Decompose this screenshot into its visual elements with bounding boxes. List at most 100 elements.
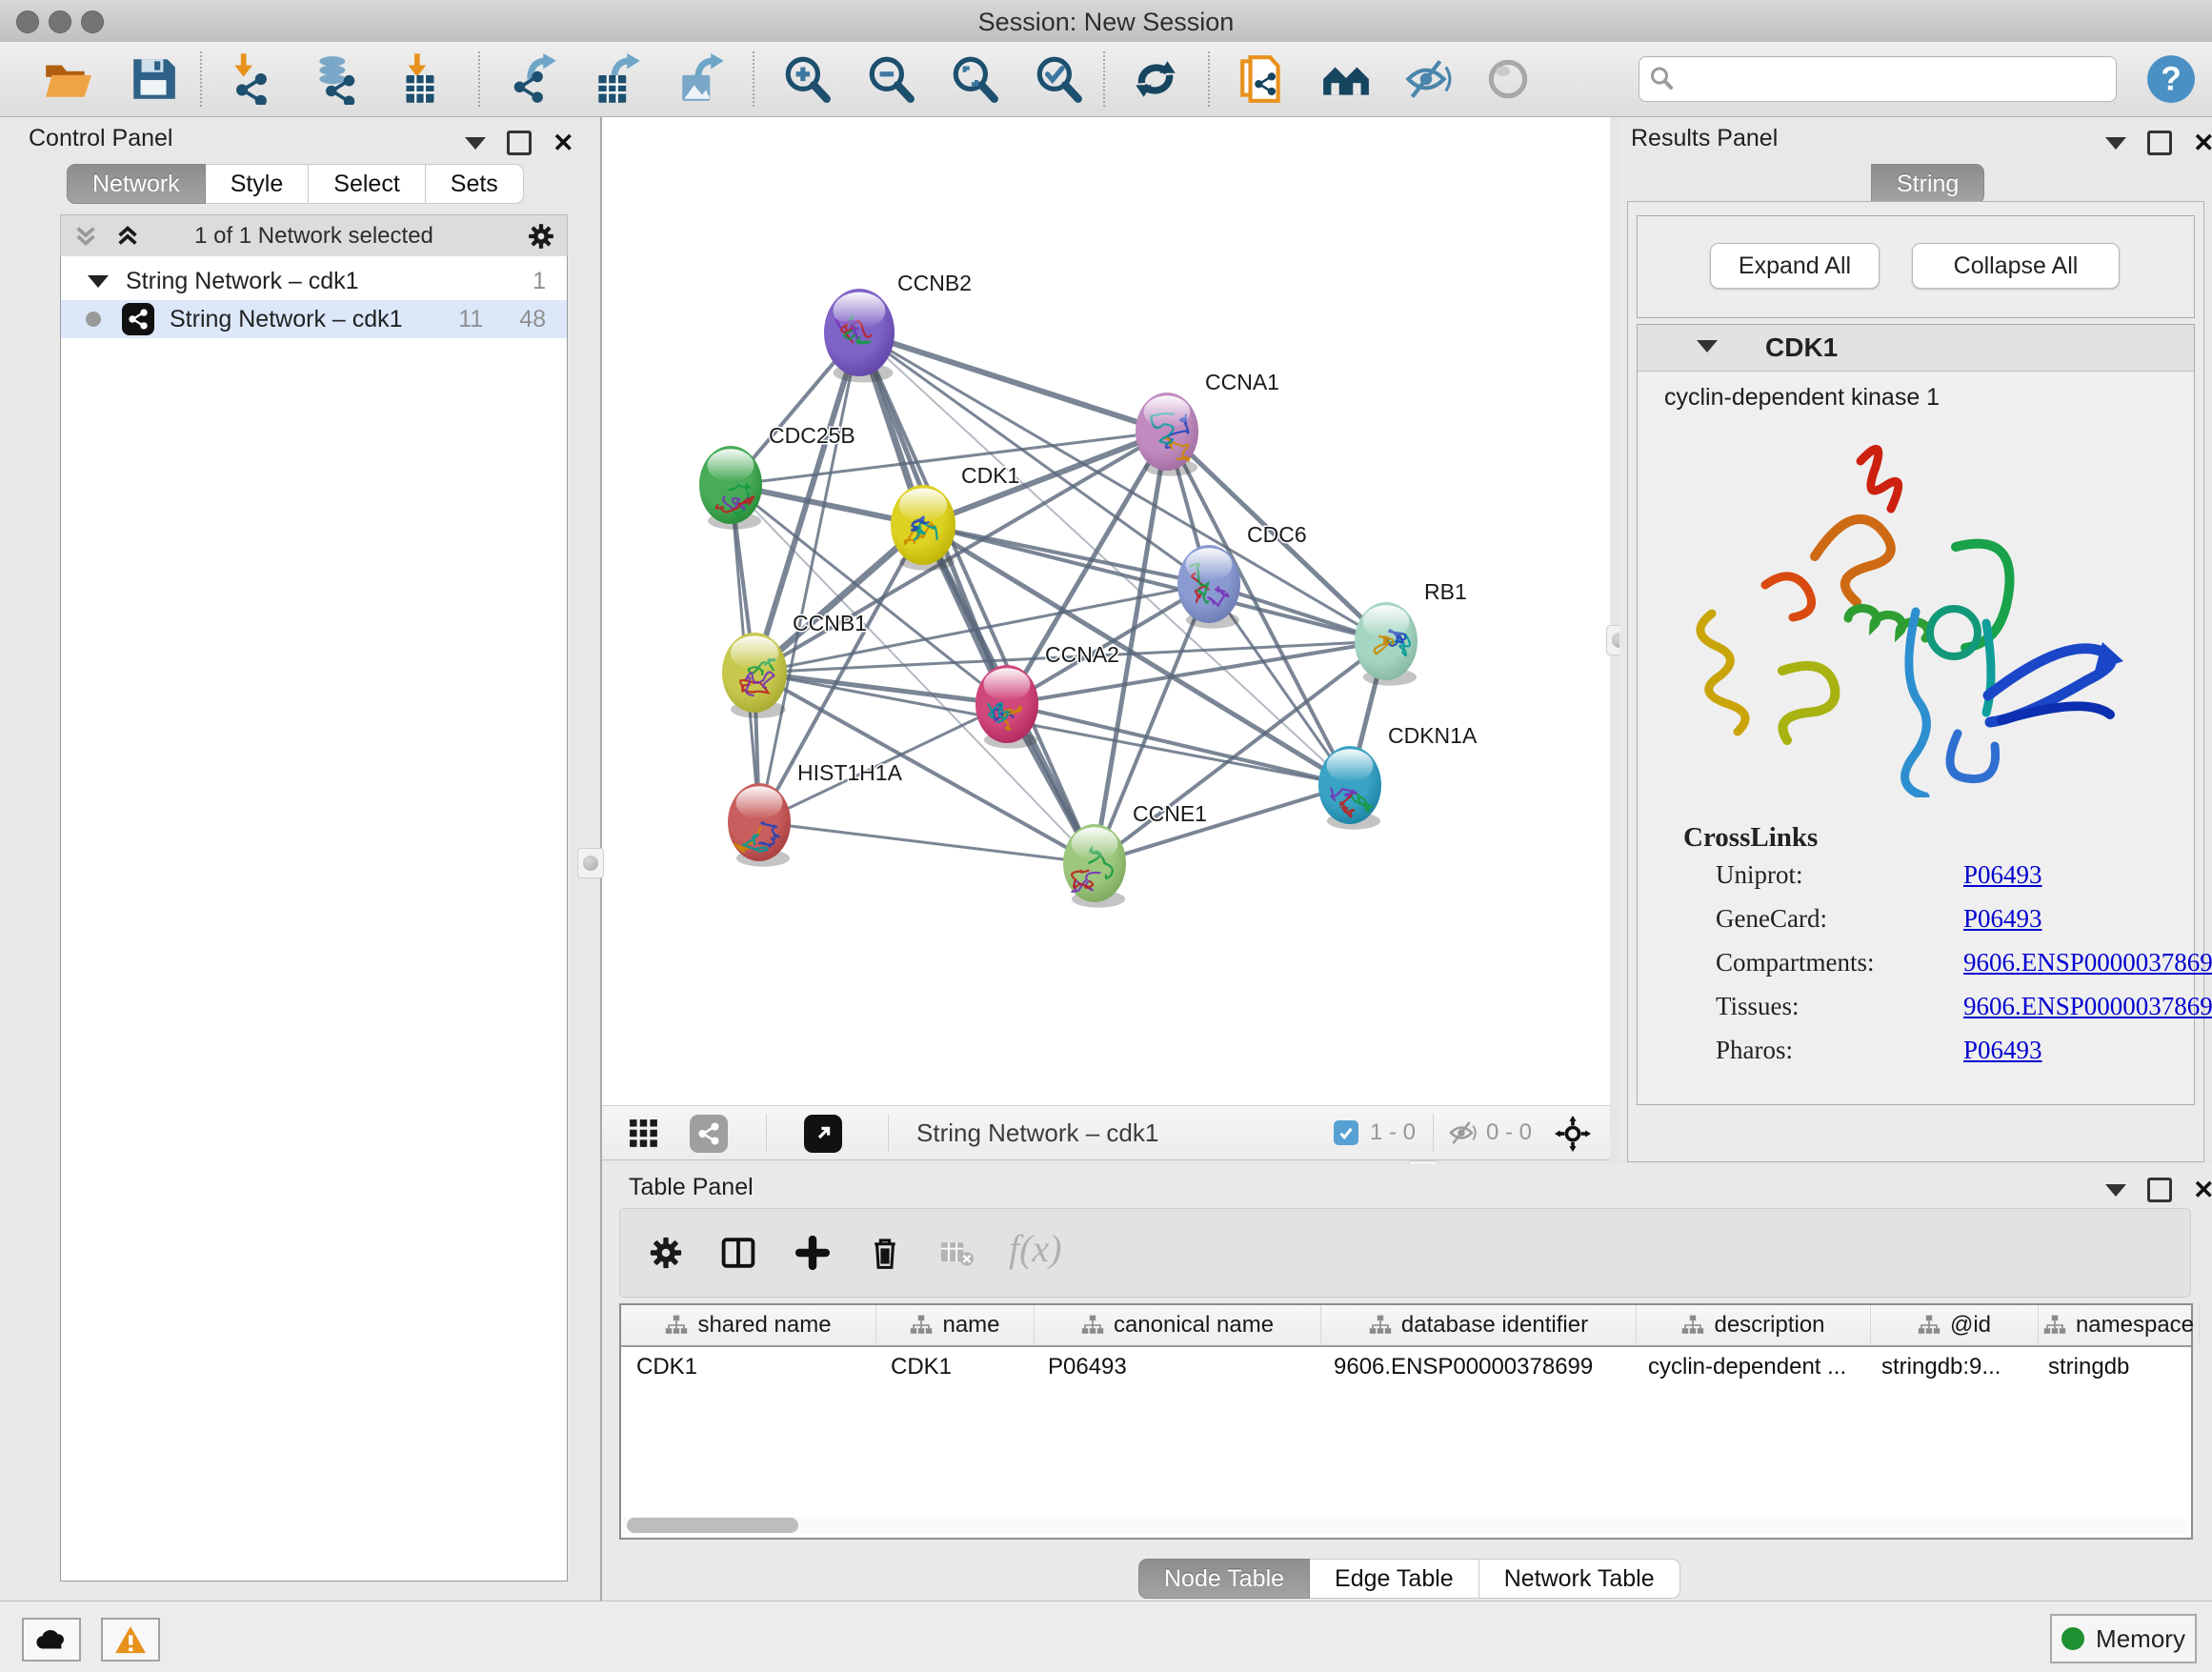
scrollbar-handle[interactable] bbox=[627, 1518, 798, 1533]
edge-HIST1H1A-CCNE1[interactable] bbox=[759, 822, 1095, 863]
tab-network-table[interactable]: Network Table bbox=[1479, 1559, 1680, 1599]
table-cell[interactable]: 9606.ENSP00000378699 bbox=[1318, 1347, 1633, 1387]
table-row[interactable]: CDK1CDK1P064939606.ENSP00000378699cyclin… bbox=[621, 1347, 2191, 1387]
column-header-name[interactable]: name bbox=[876, 1305, 1035, 1345]
gene-collapse-icon[interactable] bbox=[1697, 340, 1718, 353]
add-column-icon[interactable] bbox=[794, 1234, 832, 1272]
edge-CCNB1-CCNA2[interactable] bbox=[754, 673, 1007, 704]
crosslink-link[interactable]: P06493 bbox=[1963, 1036, 2042, 1064]
cloud-status-button[interactable] bbox=[22, 1618, 81, 1662]
edge-CCNA2-CDKN1A[interactable] bbox=[1007, 704, 1350, 785]
column-header-namespace[interactable]: namespace bbox=[2039, 1305, 2200, 1345]
expand-all-button[interactable]: Expand All bbox=[1710, 243, 1880, 289]
string-document-icon[interactable] bbox=[1237, 53, 1288, 105]
import-network-icon[interactable] bbox=[227, 53, 278, 105]
share-view-icon[interactable] bbox=[690, 1115, 728, 1153]
save-session-icon[interactable] bbox=[128, 53, 179, 105]
network-collection-row[interactable]: String Network – cdk1 1 bbox=[61, 262, 567, 300]
zoom-selected-icon[interactable] bbox=[1033, 53, 1084, 105]
tab-edge-table[interactable]: Edge Table bbox=[1310, 1559, 1479, 1599]
delete-column-trash-icon[interactable] bbox=[866, 1234, 904, 1272]
grid-view-icon[interactable] bbox=[629, 1118, 659, 1149]
control-panel-tabs: NetworkStyleSelectSets bbox=[67, 164, 524, 204]
node-CCNA1[interactable]: CCNA1 bbox=[1136, 370, 1279, 476]
gene-section-header[interactable]: CDK1 bbox=[1638, 325, 2194, 372]
network-options-gear-icon[interactable] bbox=[526, 221, 556, 252]
edge-CCNB2-RB1[interactable] bbox=[859, 332, 1386, 641]
table-cell[interactable]: stringdb bbox=[2033, 1347, 2193, 1387]
crosslink-link[interactable]: 9606.ENSP00000378699 bbox=[1963, 992, 2212, 1020]
column-header-canonicalname[interactable]: canonical name bbox=[1035, 1305, 1321, 1345]
sphere-icon[interactable] bbox=[1482, 53, 1534, 105]
panel-close-icon[interactable]: ✕ bbox=[2193, 1180, 2212, 1199]
panel-float-icon[interactable] bbox=[2147, 131, 2172, 155]
crosslink-link[interactable]: P06493 bbox=[1963, 904, 2042, 933]
panel-menu-icon[interactable] bbox=[2105, 137, 2126, 150]
table-horizontal-scrollbar[interactable] bbox=[623, 1517, 2185, 1534]
table-cell[interactable]: P06493 bbox=[1033, 1347, 1318, 1387]
zoom-out-icon[interactable] bbox=[865, 53, 916, 105]
panel-menu-icon[interactable] bbox=[2105, 1184, 2126, 1197]
search-input[interactable] bbox=[1681, 59, 2104, 97]
node-CCNB2[interactable]: CCNB2 bbox=[824, 271, 972, 382]
memory-button[interactable]: Memory bbox=[2050, 1614, 2197, 1663]
zoom-fit-icon[interactable] bbox=[949, 53, 1000, 105]
export-network-icon[interactable] bbox=[509, 53, 560, 105]
column-header-databaseidentifier[interactable]: database identifier bbox=[1321, 1305, 1637, 1345]
open-session-icon[interactable] bbox=[42, 53, 93, 105]
import-table-icon[interactable] bbox=[394, 53, 446, 105]
network-name: String Network – cdk1 bbox=[170, 306, 403, 333]
results-panel: Results Panel ✕ String Expand All Collap… bbox=[1619, 117, 2212, 1160]
import-database-icon[interactable] bbox=[311, 53, 362, 105]
node-RB1[interactable]: RB1 bbox=[1355, 579, 1467, 686]
help-icon[interactable]: ? bbox=[2145, 53, 2197, 105]
eye-slash-icon[interactable] bbox=[1400, 53, 1452, 105]
window-title: Session: New Session bbox=[0, 8, 2212, 37]
network-view-canvas[interactable]: CCNB2CCNA1CDC25BCDK1CDC6RB1CCNB1CCNA2CDK… bbox=[602, 117, 1610, 1105]
column-header-id[interactable]: @id bbox=[1871, 1305, 2039, 1345]
column-header-description[interactable]: description bbox=[1637, 1305, 1871, 1345]
tab-node-table[interactable]: Node Table bbox=[1138, 1559, 1310, 1599]
tab-style[interactable]: Style bbox=[206, 164, 310, 204]
panel-float-icon[interactable] bbox=[507, 131, 532, 155]
birds-eye-crosshair-icon[interactable] bbox=[1555, 1116, 1591, 1152]
node-CDKN1A[interactable]: CDKN1A bbox=[1318, 723, 1478, 830]
export-table-icon[interactable] bbox=[593, 53, 644, 105]
panel-close-icon[interactable]: ✕ bbox=[2193, 133, 2212, 152]
edge-CCNB2-HIST1H1A[interactable] bbox=[759, 332, 859, 822]
houses-icon[interactable] bbox=[1320, 53, 1372, 105]
table-cell[interactable]: CDK1 bbox=[875, 1347, 1033, 1387]
collapse-all-button[interactable]: Collapse All bbox=[1912, 243, 2120, 289]
node-CDC25B[interactable]: CDC25B bbox=[699, 423, 855, 530]
crosslink-link[interactable]: P06493 bbox=[1963, 860, 2042, 889]
warning-status-button[interactable] bbox=[101, 1618, 160, 1662]
show-columns-icon[interactable] bbox=[719, 1234, 757, 1272]
refresh-icon[interactable] bbox=[1130, 53, 1181, 105]
column-header-sharedname[interactable]: shared name bbox=[621, 1305, 876, 1345]
node-CCNE1[interactable]: CCNE1 bbox=[1063, 801, 1207, 908]
panel-float-icon[interactable] bbox=[2147, 1178, 2172, 1202]
export-image-icon[interactable] bbox=[676, 53, 728, 105]
tab-network[interactable]: Network bbox=[67, 164, 206, 204]
crosslink-link[interactable]: 9606.ENSP00000378699 bbox=[1963, 948, 2212, 977]
table-cell[interactable]: cyclin-dependent ... bbox=[1633, 1347, 1866, 1387]
node-CCNA2[interactable]: CCNA2 bbox=[975, 642, 1119, 749]
edge-CCNB2-CCNA1[interactable] bbox=[859, 332, 1167, 432]
panel-close-icon[interactable]: ✕ bbox=[553, 133, 574, 152]
table-cell[interactable]: stringdb:9... bbox=[1866, 1347, 2033, 1387]
table-cell[interactable]: CDK1 bbox=[621, 1347, 875, 1387]
panel-menu-icon[interactable] bbox=[465, 137, 486, 150]
selected-checkbox-icon[interactable] bbox=[1334, 1120, 1358, 1145]
tab-sets[interactable]: Sets bbox=[426, 164, 524, 204]
network-row[interactable]: String Network – cdk1 11 48 bbox=[61, 300, 567, 338]
tab-select[interactable]: Select bbox=[309, 164, 425, 204]
left-splitter-handle[interactable] bbox=[577, 848, 604, 878]
toolbar-separator bbox=[1103, 51, 1105, 107]
edge-CDK1-RB1[interactable] bbox=[923, 525, 1386, 641]
tab-string[interactable]: String bbox=[1871, 164, 1984, 204]
collection-expand-icon[interactable] bbox=[88, 275, 109, 288]
goto-network-icon[interactable] bbox=[804, 1115, 842, 1153]
table-settings-gear-icon[interactable] bbox=[647, 1234, 685, 1272]
table-type-tabs: Node TableEdge TableNetwork Table bbox=[1138, 1559, 1680, 1599]
zoom-in-icon[interactable] bbox=[781, 53, 833, 105]
